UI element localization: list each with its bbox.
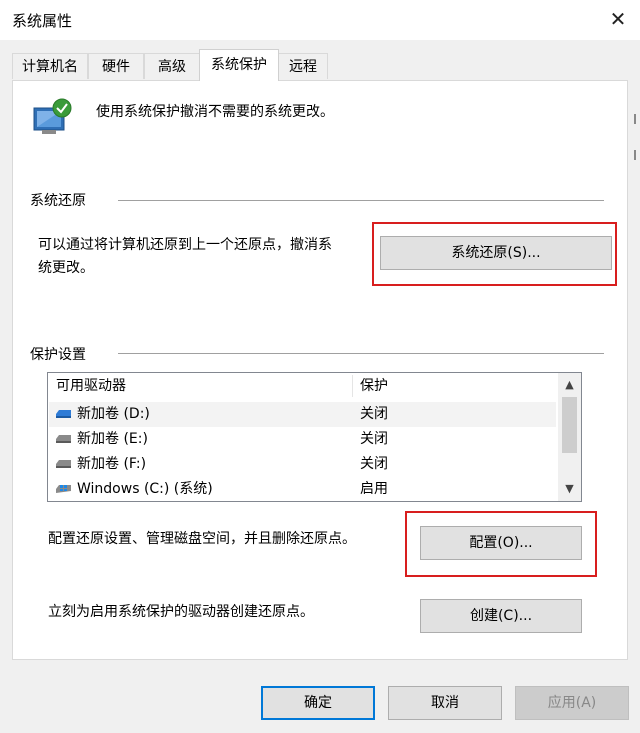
ok-button[interactable]: 确定 (261, 686, 375, 720)
drive-icon (56, 435, 71, 443)
scroll-thumb[interactable] (562, 397, 577, 453)
drive-row-c[interactable]: Windows (C:) (系统) 启用 (49, 477, 556, 502)
configure-description: 配置还原设置、管理磁盘空间，并且删除还原点。 (48, 531, 356, 547)
drives-list-scrollbar[interactable]: ▲ ▼ (558, 373, 581, 501)
drive-status: 关闭 (360, 456, 388, 472)
apply-button[interactable]: 应用(A) (515, 686, 629, 720)
drive-status: 关闭 (360, 406, 388, 422)
drive-icon (56, 460, 71, 468)
column-separator (352, 375, 353, 397)
tab-hardware[interactable]: 硬件 (88, 53, 144, 79)
drive-row-f[interactable]: 新加卷 (F:) 关闭 (49, 452, 556, 477)
drive-status: 关闭 (360, 431, 388, 447)
column-header-drive[interactable]: 可用驱动器 (56, 373, 126, 399)
drive-row-e[interactable]: 新加卷 (E:) 关闭 (49, 427, 556, 452)
drive-status: 启用 (360, 481, 388, 497)
system-restore-button[interactable]: 系统还原(S)... (380, 236, 612, 270)
side-edge-mark (634, 150, 636, 160)
drive-name: 新加卷 (F:) (77, 456, 147, 472)
title-bar: 系统属性 ✕ (0, 0, 640, 40)
restore-description-line1: 可以通过将计算机还原到上一个还原点，撤消系 (38, 237, 332, 253)
drive-icon (56, 410, 71, 418)
system-protection-icon (33, 98, 72, 134)
protection-group-title: 保护设置 (30, 347, 86, 363)
drive-name: 新加卷 (D:) (77, 406, 150, 422)
scroll-up-icon[interactable]: ▲ (558, 375, 581, 395)
restore-group-divider (118, 200, 604, 201)
scroll-down-icon[interactable]: ▼ (558, 479, 581, 499)
create-description: 立刻为启用系统保护的驱动器创建还原点。 (48, 604, 314, 620)
protection-group-divider (118, 353, 604, 354)
tab-computer-name[interactable]: 计算机名 (12, 53, 88, 79)
drive-name: Windows (C:) (系统) (77, 481, 213, 497)
intro-text: 使用系统保护撤消不需要的系统更改。 (96, 104, 334, 120)
window-title: 系统属性 (12, 12, 73, 30)
restore-group-title: 系统还原 (30, 193, 86, 209)
tab-remote[interactable]: 远程 (278, 53, 328, 79)
windows-drive-icon (56, 485, 71, 493)
drives-list[interactable]: 可用驱动器 保护 新加卷 (D:) 关闭 新加卷 (E:) 关闭 新加卷 (F:… (47, 372, 582, 502)
side-edge-mark (634, 114, 636, 124)
cancel-button[interactable]: 取消 (388, 686, 502, 720)
configure-button[interactable]: 配置(O)... (420, 526, 582, 560)
tab-advanced[interactable]: 高级 (144, 53, 200, 79)
column-header-protection[interactable]: 保护 (360, 373, 388, 399)
close-icon[interactable]: ✕ (604, 6, 632, 32)
create-button[interactable]: 创建(C)... (420, 599, 582, 633)
drive-name: 新加卷 (E:) (77, 431, 148, 447)
drive-row-d[interactable]: 新加卷 (D:) 关闭 (49, 402, 556, 427)
restore-description-line2: 统更改。 (38, 260, 94, 276)
tab-system-protection[interactable]: 系统保护 (199, 49, 279, 81)
